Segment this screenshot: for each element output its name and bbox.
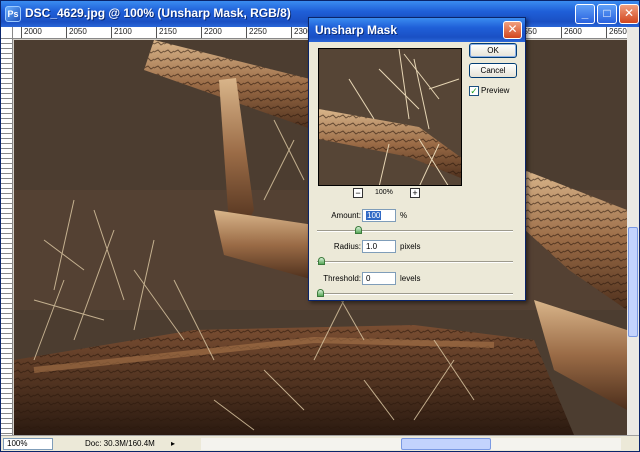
radius-unit: pixels xyxy=(400,242,421,251)
filter-preview[interactable] xyxy=(318,48,462,186)
photoshop-app-icon: Ps xyxy=(5,6,21,22)
ruler-tick-label: 2600 xyxy=(564,27,582,36)
ruler-tick-label: 2100 xyxy=(114,27,132,36)
ok-button[interactable]: OK xyxy=(469,43,517,58)
dialog-title: Unsharp Mask xyxy=(315,23,398,37)
amount-slider-thumb[interactable] xyxy=(354,226,362,234)
amount-input[interactable]: 100 xyxy=(362,209,396,222)
ruler-tick-label: 2150 xyxy=(159,27,177,36)
close-button[interactable]: ✕ xyxy=(619,4,639,24)
maximize-button[interactable]: □ xyxy=(597,4,617,24)
preview-zoom-level: 100% xyxy=(375,189,393,196)
radius-slider-track[interactable] xyxy=(317,257,513,265)
horizontal-scrollbar[interactable] xyxy=(201,438,621,450)
ruler-tick: 2650 xyxy=(606,27,627,38)
status-bar: 100% Doc: 30.3M/160.4M ▸ xyxy=(1,435,639,451)
zoom-out-button[interactable]: − xyxy=(353,188,363,198)
threshold-slider-track[interactable] xyxy=(317,289,513,297)
zoom-level-input[interactable]: 100% xyxy=(3,438,53,450)
preview-checkbox-label: Preview xyxy=(481,86,510,95)
radius-slider-thumb[interactable] xyxy=(317,257,325,265)
ruler-tick: 2000 xyxy=(21,27,42,38)
document-title: DSC_4629.jpg @ 100% (Unsharp Mask, RGB/8… xyxy=(25,6,291,20)
minimize-button[interactable]: _ xyxy=(575,4,595,24)
zoom-in-button[interactable]: + xyxy=(410,188,420,198)
ruler-tick: 2100 xyxy=(111,27,132,38)
ruler-tick-label: 2250 xyxy=(249,27,267,36)
amount-label: Amount: xyxy=(331,211,361,220)
preview-checkbox[interactable]: ✓ xyxy=(469,86,479,96)
status-menu-arrow-icon[interactable]: ▸ xyxy=(171,439,175,448)
ruler-tick: 2150 xyxy=(156,27,177,38)
threshold-unit: levels xyxy=(400,274,421,283)
radius-input[interactable]: 1.0 xyxy=(362,240,396,253)
ruler-tick-label: 2200 xyxy=(204,27,222,36)
ruler-tick: 2200 xyxy=(201,27,222,38)
ruler-tick: 2250 xyxy=(246,27,267,38)
ruler-tick-label: 2650 xyxy=(609,27,627,36)
amount-unit: % xyxy=(400,211,408,220)
ruler-tick: 2300 xyxy=(291,27,312,38)
dialog-close-button[interactable]: ✕ xyxy=(503,21,522,39)
amount-value: 100 xyxy=(366,211,382,220)
ruler-tick-label: 2000 xyxy=(24,27,42,36)
vertical-scroll-thumb[interactable] xyxy=(628,227,638,337)
threshold-label: Threshold: xyxy=(323,274,361,283)
ruler-tick-label: 2050 xyxy=(69,27,87,36)
horizontal-scroll-thumb[interactable] xyxy=(401,438,491,450)
threshold-input[interactable]: 0 xyxy=(362,272,396,285)
vertical-ruler[interactable] xyxy=(1,39,13,435)
unsharp-mask-dialog: Unsharp Mask ✕ − 100% + OK Cancel ✓ Prev… xyxy=(308,17,526,301)
ruler-origin[interactable] xyxy=(1,27,13,39)
radius-label: Radius: xyxy=(333,242,361,251)
document-size-info: Doc: 30.3M/160.4M xyxy=(85,439,155,448)
vertical-scrollbar[interactable] xyxy=(627,27,639,435)
ruler-tick: 2600 xyxy=(561,27,582,38)
cancel-button[interactable]: Cancel xyxy=(469,63,517,78)
ruler-tick: 2050 xyxy=(66,27,87,38)
amount-slider-track[interactable] xyxy=(317,226,513,234)
threshold-slider-thumb[interactable] xyxy=(317,289,324,297)
dialog-title-bar[interactable]: Unsharp Mask ✕ xyxy=(309,18,525,42)
preview-image xyxy=(319,49,461,185)
